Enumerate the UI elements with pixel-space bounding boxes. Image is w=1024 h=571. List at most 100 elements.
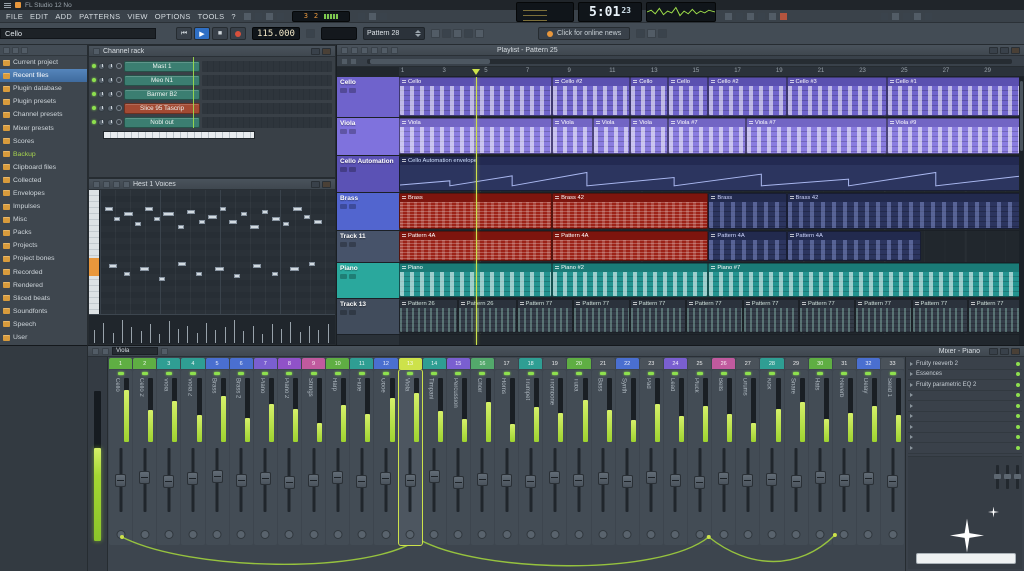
app-menu-icon[interactable] (4, 2, 11, 8)
strip-mute-led[interactable] (768, 372, 775, 375)
strip-fader-handle[interactable] (476, 473, 488, 486)
piano-note[interactable] (135, 222, 142, 227)
playlist-minimize-button[interactable] (989, 46, 998, 54)
strip-fader[interactable] (669, 448, 681, 512)
mixer-strip-bells[interactable]: Bells (712, 370, 736, 545)
mute-toggle[interactable] (116, 77, 122, 83)
scroll-lock-icon[interactable] (475, 29, 484, 38)
piano-roll-detach-button[interactable] (311, 180, 320, 188)
piano-roll-menu-icon[interactable] (93, 180, 100, 188)
send-slider-2-handle[interactable] (1004, 473, 1011, 479)
clip-cello-3[interactable]: Cello #3 (786, 77, 887, 116)
track-lock-icon[interactable] (349, 88, 356, 93)
mixer-tab-2[interactable]: 2 (133, 358, 157, 369)
overdub-icon[interactable] (431, 29, 440, 38)
strip-mute-led[interactable] (334, 372, 341, 375)
piano-note[interactable] (309, 261, 316, 266)
playhead-marker-icon[interactable] (472, 69, 481, 75)
strip-fader[interactable] (211, 448, 223, 512)
piano-note[interactable] (262, 209, 269, 214)
mixer-strip-cello[interactable]: Cello (109, 370, 133, 545)
strip-mute-led[interactable] (624, 372, 631, 375)
volume-knob[interactable] (107, 118, 114, 126)
strip-pan-knob[interactable] (309, 530, 319, 539)
strip-fader-handle[interactable] (573, 474, 585, 487)
strip-fader[interactable] (187, 448, 199, 512)
browser-item-projects[interactable]: Projects (0, 239, 87, 252)
mixer-strip-hats[interactable]: Hats (808, 370, 832, 545)
clip-cello-2[interactable]: Cello #2 (552, 77, 631, 116)
velocity-bar[interactable] (121, 319, 123, 343)
clip-pattern-77[interactable]: Pattern 77 (855, 299, 912, 333)
strip-pan-knob[interactable] (767, 530, 777, 539)
strip-fader[interactable] (476, 448, 488, 512)
mixer-tab-13[interactable]: 13 (398, 358, 422, 369)
strip-mute-led[interactable] (503, 372, 510, 375)
mixer-link-icon[interactable] (161, 347, 168, 355)
playlist-menu-icon[interactable] (341, 46, 348, 54)
step-edit-icon[interactable] (453, 29, 462, 38)
browser-item-plugin-presets[interactable]: Plugin presets (0, 95, 87, 108)
help-icon[interactable] (924, 11, 933, 21)
channel-rack-header[interactable]: Channel rack (89, 46, 335, 57)
mixer-tab-32[interactable]: 32 (856, 358, 880, 369)
track-header-track-13[interactable]: Track 13 (337, 299, 399, 335)
snap-icon[interactable] (378, 11, 388, 21)
rack-menu-icon[interactable] (93, 47, 100, 55)
strip-mute-led[interactable] (407, 372, 414, 375)
send-slider-3[interactable] (1014, 464, 1021, 489)
piano-note[interactable] (123, 212, 133, 217)
velocity-bar[interactable] (290, 322, 292, 343)
mixer-strip-delay[interactable]: Delay (856, 370, 880, 545)
strip-fader[interactable] (814, 448, 826, 512)
effect-slot-5[interactable] (908, 401, 1022, 412)
mixer-strip-cello-2[interactable]: Cello 2 (133, 370, 157, 545)
clip-pattern-26[interactable]: Pattern 26 (399, 299, 458, 333)
mixer-window-icon[interactable] (757, 11, 766, 21)
slot-enable-dot[interactable] (1016, 361, 1020, 366)
strip-pan-knob[interactable] (236, 530, 246, 539)
strip-mute-led[interactable] (696, 372, 703, 375)
spinner-down-icon[interactable] (415, 34, 421, 37)
strip-fader-handle[interactable] (814, 471, 826, 484)
clip-cello-1[interactable]: Cello #1 (886, 77, 1024, 116)
strip-fader-handle[interactable] (742, 474, 754, 487)
piano-note[interactable] (283, 222, 290, 227)
mixer-tab-1[interactable]: 1 (109, 358, 133, 369)
online-news-button[interactable]: Click for online news (538, 27, 631, 40)
send-slider-3-handle[interactable] (1014, 473, 1021, 479)
strip-pan-knob[interactable] (477, 530, 487, 539)
mixer-tab-19[interactable]: 19 (543, 358, 567, 369)
strip-mute-led[interactable] (793, 372, 800, 375)
clip-viola-7[interactable]: Viola #7 (745, 118, 887, 154)
strip-pan-knob[interactable] (381, 530, 391, 539)
mixer-strip-bass[interactable]: Bass (591, 370, 615, 545)
mixer-tab-15[interactable]: 15 (446, 358, 470, 369)
master-volume-icon[interactable] (902, 11, 911, 21)
strip-fader[interactable] (259, 448, 271, 512)
effect-slot-2[interactable]: Essences (908, 370, 1022, 380)
velocity-bar[interactable] (140, 331, 142, 343)
strip-fader[interactable] (525, 448, 537, 512)
lane-piano[interactable]: Piano Piano #2 Piano #7 (399, 263, 1024, 299)
clip-pattern-77[interactable]: Pattern 77 (799, 299, 856, 333)
strip-fader-handle[interactable] (549, 471, 561, 484)
typing-keyboard-icon[interactable] (242, 11, 252, 21)
channel-button[interactable]: Meo N1 (124, 74, 200, 86)
clip-pattern-77[interactable]: Pattern 77 (573, 299, 630, 333)
strip-pan-knob[interactable] (188, 530, 198, 539)
browser-item-misc[interactable]: Misc (0, 213, 87, 226)
strip-fader-handle[interactable] (597, 472, 609, 485)
mixer-tab-8[interactable]: 8 (277, 358, 301, 369)
mixer-strip-lead[interactable]: Lead (663, 370, 687, 545)
piano-note[interactable] (177, 224, 184, 229)
browser-item-channel-presets[interactable]: Channel presets (0, 108, 87, 121)
strip-fader-handle[interactable] (718, 472, 730, 485)
strip-fader[interactable] (549, 448, 561, 512)
clip-pattern-77[interactable]: Pattern 77 (742, 299, 799, 333)
mixer-tab-20[interactable]: 20 (567, 358, 591, 369)
lane-brass[interactable]: Brass Brass 42 Brass Brass 42 (399, 193, 1024, 231)
strip-fader[interactable] (163, 448, 175, 512)
strip-pan-knob[interactable] (574, 530, 584, 539)
playlist-header[interactable]: Playlist - Pattern 25 (337, 45, 1024, 56)
